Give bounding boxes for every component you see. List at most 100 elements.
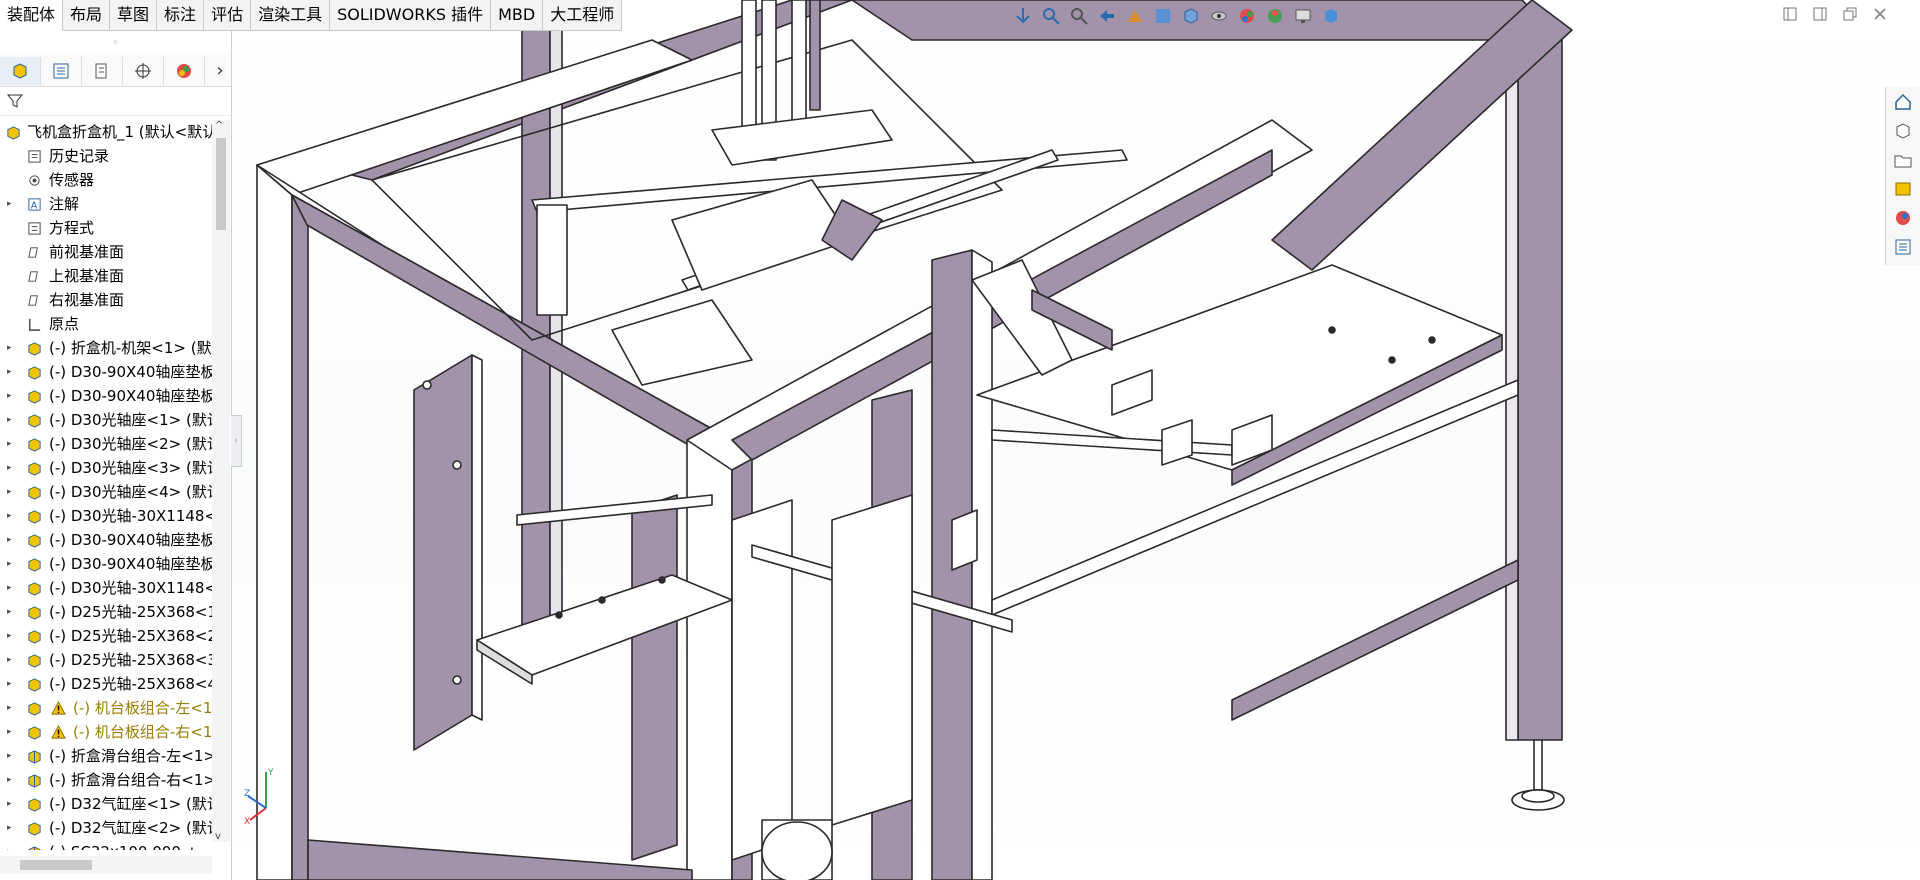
expand-arrow-icon[interactable]: ▸ bbox=[7, 792, 12, 816]
expand-arrow-icon[interactable]: ▸ bbox=[7, 768, 12, 792]
tab-master-engineer[interactable]: 大工程师 bbox=[543, 0, 623, 31]
tree-item[interactable]: ▸ (-) D30-90X40轴座垫板 bbox=[0, 528, 212, 552]
tree-item[interactable]: 上视基准面 bbox=[0, 264, 212, 288]
graphics-area[interactable] bbox=[232, 0, 1920, 880]
tab-render-tools[interactable]: 渲染工具 bbox=[251, 0, 331, 31]
tree-item[interactable]: ▸ (-) D25光轴-25X368<3 bbox=[0, 648, 212, 672]
displaymanager-icon[interactable] bbox=[164, 56, 205, 85]
tree-item[interactable]: ▸ (-) D32气缸座<1> (默认 bbox=[0, 792, 212, 816]
tree-item[interactable]: ▸ (-) 折盒滑台组合-右<1> bbox=[0, 768, 212, 792]
zoom-to-fit-icon[interactable] bbox=[1038, 3, 1064, 29]
tree-item[interactable]: ▸ A 注解 bbox=[0, 192, 212, 216]
propertymanager-icon[interactable] bbox=[41, 56, 82, 85]
tree-item[interactable]: ▸ (-) D32气缸座<2> (默认 bbox=[0, 816, 212, 840]
custom-properties-icon[interactable] bbox=[1886, 232, 1920, 261]
tree-horizontal-scrollbar[interactable] bbox=[0, 856, 212, 874]
tab-layout[interactable]: 布局 bbox=[63, 0, 111, 31]
previous-view-icon[interactable] bbox=[1094, 3, 1120, 29]
tab-markup[interactable]: 标注 bbox=[157, 0, 205, 31]
panel-grip[interactable]: ◦ bbox=[0, 31, 231, 55]
expand-arrow-icon[interactable]: ▸ bbox=[7, 696, 12, 720]
tree-item[interactable]: ▸ (-) D25光轴-25X368<1 bbox=[0, 600, 212, 624]
scroll-down-icon[interactable]: v bbox=[215, 831, 221, 842]
display-style-icon[interactable] bbox=[1178, 3, 1204, 29]
scroll-up-icon[interactable]: ^ bbox=[215, 120, 223, 131]
tree-item[interactable]: 前视基准面 bbox=[0, 240, 212, 264]
expand-arrow-icon[interactable]: ▸ bbox=[7, 480, 12, 504]
display-pane-icon[interactable] bbox=[1318, 3, 1344, 29]
tree-item[interactable]: ▸ (-) D30光轴座<1> (默认 bbox=[0, 408, 212, 432]
appearances-icon[interactable] bbox=[1886, 203, 1920, 232]
tree-item[interactable]: ▸ (-) D30-90X40轴座垫板 bbox=[0, 552, 212, 576]
expand-arrow-icon[interactable]: ▸ bbox=[7, 816, 12, 840]
expand-arrow-icon[interactable]: ▸ bbox=[7, 504, 12, 528]
home-icon[interactable] bbox=[1886, 87, 1920, 116]
expand-arrow-icon[interactable]: ▸ bbox=[7, 720, 12, 744]
tree-item[interactable]: ▸ (-) SC32x100 000 + bbox=[0, 840, 212, 850]
expand-arrow-icon[interactable]: ▸ bbox=[7, 624, 12, 648]
tab-sketch[interactable]: 草图 bbox=[110, 0, 158, 31]
tree-item[interactable]: ▸ (-) 折盒滑台组合-左<1> bbox=[0, 744, 212, 768]
expand-arrow-icon[interactable]: ▸ bbox=[7, 432, 12, 456]
expand-arrow-icon[interactable]: ▸ bbox=[7, 552, 12, 576]
apply-scene-icon[interactable] bbox=[1262, 3, 1288, 29]
view-settings-icon[interactable] bbox=[1290, 3, 1316, 29]
tree-item[interactable]: 传感器 bbox=[0, 168, 212, 192]
configurationmanager-icon[interactable] bbox=[82, 56, 123, 85]
file-explorer-icon[interactable] bbox=[1886, 174, 1920, 203]
edit-appearance-icon[interactable] bbox=[1234, 3, 1260, 29]
tree-root[interactable]: 飞机盒折盒机_1 (默认<默认 bbox=[0, 120, 212, 144]
tree-item[interactable]: ▸ (-) D30光轴-30X1148< bbox=[0, 504, 212, 528]
tree-item[interactable]: ▸ (-) D30光轴座<4> (默认 bbox=[0, 480, 212, 504]
manager-more-arrow[interactable]: › bbox=[209, 60, 231, 81]
tab-assembly[interactable]: 装配体 bbox=[0, 0, 64, 31]
dimxpert-icon[interactable] bbox=[123, 56, 164, 85]
tree-item[interactable]: ▸ (-) D25光轴-25X368<2 bbox=[0, 624, 212, 648]
tree-filter[interactable] bbox=[0, 87, 231, 116]
expand-arrow-icon[interactable]: ▸ bbox=[7, 576, 12, 600]
expand-arrow-icon[interactable]: ▸ bbox=[7, 360, 12, 384]
expand-arrow-icon[interactable]: ▸ bbox=[7, 528, 12, 552]
tree-item[interactable]: 历史记录 bbox=[0, 144, 212, 168]
expand-arrow-icon[interactable]: ▸ bbox=[7, 384, 12, 408]
expand-arrow-icon[interactable]: ▸ bbox=[7, 192, 12, 216]
feature-tree[interactable]: 飞机盒折盒机_1 (默认<默认 历史记录 传感器 ▸ A 注解 方程式 前视基准面 上视基准面… bbox=[0, 120, 212, 850]
panel-collapse-handle[interactable]: ‹ bbox=[231, 415, 242, 467]
scroll-thumb[interactable] bbox=[216, 138, 226, 230]
expand-arrow-icon[interactable]: ▸ bbox=[7, 408, 12, 432]
assembly-model[interactable] bbox=[232, 0, 1920, 880]
filter-icon[interactable] bbox=[6, 92, 24, 110]
expand-arrow-icon[interactable]: ▸ bbox=[7, 600, 12, 624]
tree-item[interactable]: 方程式 bbox=[0, 216, 212, 240]
view-orientation-icon[interactable] bbox=[1010, 3, 1036, 29]
tree-item[interactable]: ▸ (-) D30光轴座<3> (默认 bbox=[0, 456, 212, 480]
tree-item[interactable]: ▸ (-) D30光轴-30X1148< bbox=[0, 576, 212, 600]
expand-arrow-icon[interactable]: ▸ bbox=[7, 648, 12, 672]
tree-item[interactable]: ▸ (-) D25光轴-25X368<4 bbox=[0, 672, 212, 696]
tree-item[interactable]: ▸ (-) 机台板组合-右<1 bbox=[0, 720, 212, 744]
expand-arrow-icon[interactable]: ▸ bbox=[7, 744, 12, 768]
zoom-area-icon[interactable] bbox=[1066, 3, 1092, 29]
expand-arrow-icon[interactable]: ▸ bbox=[7, 336, 12, 360]
tree-item[interactable]: ▸ (-) D30-90X40轴座垫板 bbox=[0, 384, 212, 408]
close-icon[interactable] bbox=[1872, 6, 1888, 22]
tab-evaluate[interactable]: 评估 bbox=[204, 0, 252, 31]
tab-solidworks-addins[interactable]: SOLIDWORKS 插件 bbox=[330, 0, 492, 31]
resources-icon[interactable] bbox=[1886, 116, 1920, 145]
restore-icon[interactable] bbox=[1842, 6, 1858, 22]
tree-item[interactable]: ▸ (-) 折盒机-机架<1> (默认 bbox=[0, 336, 212, 360]
expand-arrow-icon[interactable]: ▸ bbox=[7, 672, 12, 696]
tile-left-icon[interactable] bbox=[1782, 6, 1798, 22]
tree-item[interactable]: ▸ (-) D30-90X40轴座垫板 bbox=[0, 360, 212, 384]
hscroll-thumb[interactable] bbox=[20, 860, 92, 870]
featuremanager-icon[interactable] bbox=[0, 56, 41, 85]
tree-item[interactable]: 原点 bbox=[0, 312, 212, 336]
tree-item[interactable]: ▸ (-) D30光轴座<2> (默认 bbox=[0, 432, 212, 456]
section-view-icon[interactable] bbox=[1122, 3, 1148, 29]
design-library-icon[interactable] bbox=[1886, 145, 1920, 174]
tree-item[interactable]: 右视基准面 bbox=[0, 288, 212, 312]
expand-arrow-icon[interactable]: ▸ bbox=[7, 840, 12, 850]
tree-vertical-scrollbar[interactable]: ^ v bbox=[212, 120, 230, 842]
tree-item[interactable]: ▸ (-) 机台板组合-左<1 bbox=[0, 696, 212, 720]
tab-mbd[interactable]: MBD bbox=[491, 0, 544, 31]
